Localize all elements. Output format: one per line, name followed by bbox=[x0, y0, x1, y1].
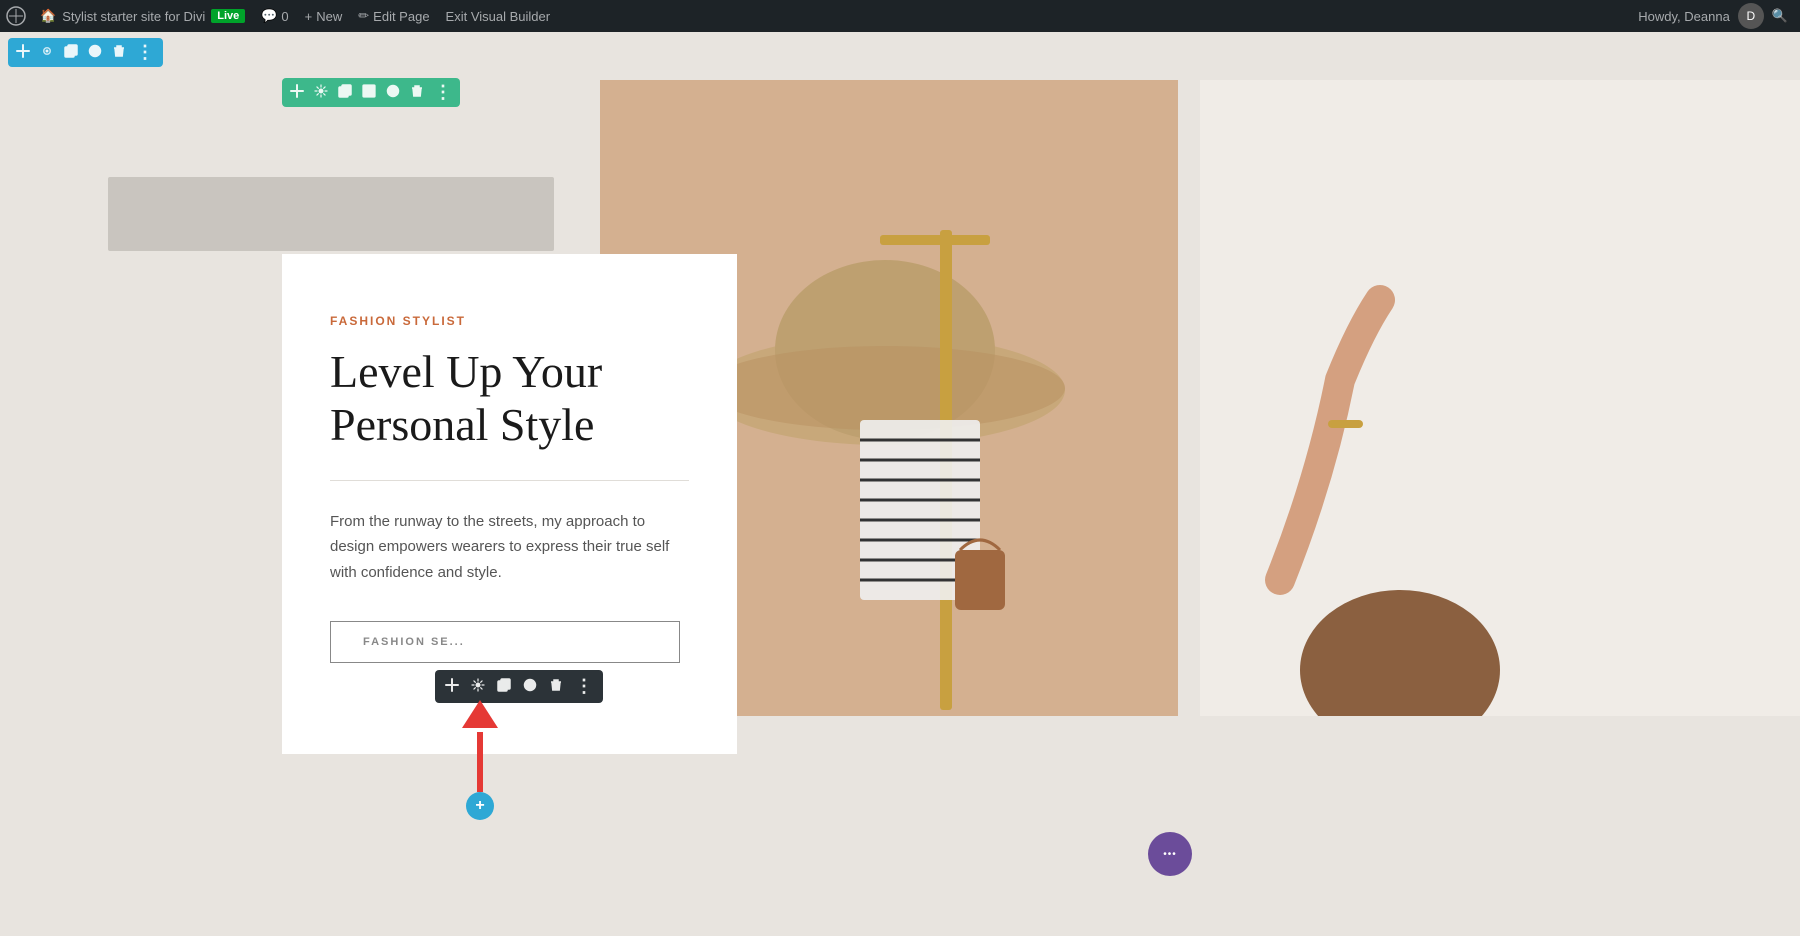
plus-icon: + bbox=[305, 9, 313, 24]
category-label: Fashion Stylist bbox=[330, 314, 689, 328]
side-image bbox=[1200, 80, 1800, 716]
live-badge: Live bbox=[211, 9, 245, 23]
cta-button-wrap: FASHION SE... bbox=[330, 621, 689, 663]
comments-icon: 💬 bbox=[261, 8, 277, 24]
more-options-icon: ••• bbox=[1163, 849, 1177, 860]
section-more-icon[interactable]: ⋮ bbox=[136, 42, 155, 63]
module-toolbar: ⋮ bbox=[435, 670, 603, 703]
row-settings-icon[interactable] bbox=[314, 84, 328, 101]
hero-body: From the runway to the streets, my appro… bbox=[330, 509, 689, 586]
module-disable-icon[interactable] bbox=[523, 678, 537, 695]
row-disable-icon[interactable] bbox=[386, 84, 400, 101]
module-add-icon[interactable] bbox=[445, 678, 459, 695]
section-toolbar: ⋮ bbox=[8, 38, 163, 67]
arrow-shaft bbox=[477, 732, 483, 792]
section-delete-icon[interactable] bbox=[112, 44, 126, 61]
edit-label: Edit Page bbox=[373, 9, 429, 24]
exit-builder-button[interactable]: Exit Visual Builder bbox=[438, 9, 559, 24]
row-toolbar: ⋮ bbox=[282, 78, 460, 107]
site-icon: 🏠 bbox=[40, 8, 56, 24]
hero-title: Level Up Your Personal Style bbox=[330, 346, 689, 452]
divider bbox=[330, 480, 689, 481]
comments-count: 0 bbox=[281, 9, 288, 24]
section-duplicate-icon[interactable] bbox=[64, 44, 78, 61]
add-module-button[interactable]: + bbox=[466, 792, 494, 820]
admin-bar-right: Howdy, Deanna D 🔍 bbox=[1626, 3, 1800, 29]
canvas: Fashion Stylist Level Up Your Personal S… bbox=[0, 32, 1800, 936]
module-more-icon[interactable]: ⋮ bbox=[575, 676, 593, 697]
edit-icon: ✏ bbox=[358, 8, 369, 24]
wp-logo[interactable] bbox=[0, 0, 32, 32]
search-icon[interactable]: 🔍 bbox=[1772, 8, 1788, 24]
row-duplicate-icon[interactable] bbox=[338, 84, 352, 101]
module-duplicate-icon[interactable] bbox=[497, 678, 511, 695]
arrow-head bbox=[462, 700, 498, 728]
exit-label: Exit Visual Builder bbox=[446, 9, 551, 24]
section-add-icon[interactable] bbox=[16, 44, 30, 61]
site-name: Stylist starter site for Divi bbox=[62, 9, 205, 24]
howdy-text: Howdy, Deanna bbox=[1638, 9, 1730, 24]
admin-bar: 🏠 Stylist starter site for Divi Live 💬 0… bbox=[0, 0, 1800, 32]
row-more-icon[interactable]: ⋮ bbox=[434, 82, 452, 103]
left-placeholder bbox=[108, 177, 554, 251]
more-options-button[interactable]: ••• bbox=[1148, 832, 1192, 876]
row-delete-icon[interactable] bbox=[410, 84, 424, 101]
new-button[interactable]: + New bbox=[297, 9, 351, 24]
section-settings-icon[interactable] bbox=[40, 44, 54, 61]
module-settings-icon[interactable] bbox=[471, 678, 485, 695]
comments-link[interactable]: 💬 0 bbox=[253, 8, 296, 24]
section-disable-icon[interactable] bbox=[88, 44, 102, 61]
edit-page-button[interactable]: ✏ Edit Page bbox=[350, 8, 437, 24]
row-columns-icon[interactable] bbox=[362, 84, 376, 101]
new-label: New bbox=[316, 9, 342, 24]
avatar[interactable]: D bbox=[1738, 3, 1764, 29]
arrow-indicator: + bbox=[462, 700, 498, 820]
cta-button[interactable]: FASHION SE... bbox=[330, 621, 680, 663]
site-name-group[interactable]: 🏠 Stylist starter site for Divi Live bbox=[32, 8, 253, 24]
module-delete-icon[interactable] bbox=[549, 678, 563, 695]
row-add-icon[interactable] bbox=[290, 84, 304, 101]
